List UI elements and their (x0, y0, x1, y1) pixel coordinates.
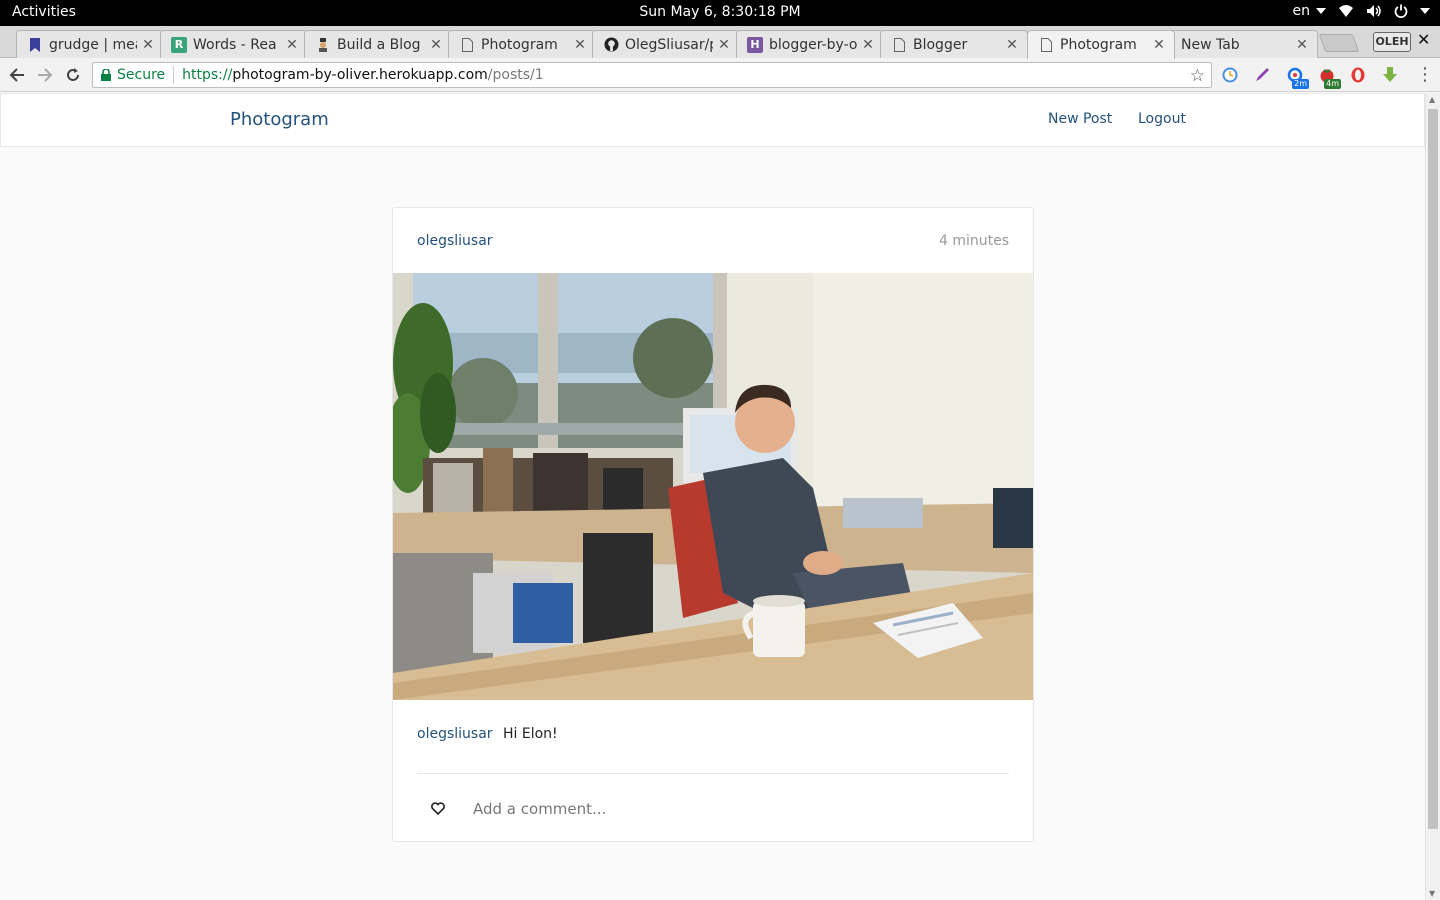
tab-title: New Tab (1181, 36, 1240, 53)
browser-tab[interactable]: H blogger-by-o ✕ (736, 30, 884, 58)
new-tab-button[interactable] (1318, 34, 1360, 52)
page-icon (459, 37, 475, 53)
close-icon[interactable]: ✕ (573, 37, 587, 53)
close-icon[interactable]: ✕ (861, 37, 875, 53)
url-path: /posts/1 (487, 67, 544, 83)
extension-badge: 2m (1292, 79, 1309, 89)
heroku-icon: H (747, 36, 763, 53)
extension-tomato-button[interactable]: 4m (1317, 65, 1341, 89)
divider (173, 66, 175, 84)
close-icon[interactable]: ✕ (141, 37, 155, 53)
scroll-up-icon[interactable]: ▲ (1429, 95, 1435, 104)
forward-button[interactable] (34, 64, 56, 86)
browser-tab[interactable]: R Words - Rea ✕ (160, 30, 308, 58)
tab-title: Words - Rea (193, 36, 277, 53)
browser-tab[interactable]: Blogger ✕ (880, 30, 1028, 58)
secure-label: Secure (117, 67, 166, 83)
tab-title: OlegSliusar/p (625, 36, 713, 53)
tab-title: Photogram (481, 36, 558, 53)
page-scrollbar[interactable]: ▲ ▼ (1425, 93, 1440, 900)
close-icon[interactable]: ✕ (717, 37, 731, 53)
chevron-down-icon (1316, 8, 1326, 14)
opera-icon (1351, 67, 1365, 83)
tab-title: Photogram (1060, 37, 1137, 53)
tab-title: Blogger (913, 36, 968, 53)
reload-button[interactable] (62, 64, 84, 86)
scrollbar-thumb[interactable] (1428, 109, 1438, 829)
system-tray[interactable]: en (1292, 3, 1430, 19)
tab-title: Build a Blog (337, 36, 421, 53)
browser-menu-icon[interactable]: ⋮ (1416, 66, 1434, 84)
extension-pen-button[interactable] (1252, 65, 1272, 85)
close-icon[interactable]: ✕ (1295, 37, 1309, 53)
browser-tab[interactable]: New Tab ✕ (1170, 30, 1318, 58)
bookmark-star-icon[interactable]: ☆ (1190, 66, 1205, 86)
browser-tab-strip: grudge | mea ✕ R Words - Rea ✕ Build a B… (0, 26, 1440, 59)
window-close-icon[interactable]: ✕ (1417, 30, 1430, 49)
page-icon (891, 37, 907, 53)
system-top-bar: Activities Sun May 6, 8:30:18 PM en (0, 0, 1440, 26)
post-author-link[interactable]: olegsliusar (417, 233, 493, 249)
new-post-link[interactable]: New Post (1048, 111, 1112, 127)
clock-icon (1222, 67, 1238, 83)
arrow-left-icon (9, 68, 24, 82)
site-brand-link[interactable]: Photogram (230, 109, 329, 130)
r-logo-icon: R (171, 36, 187, 53)
extension-opera-button[interactable] (1348, 65, 1368, 85)
site-navbar: Photogram New Post Logout (0, 93, 1425, 147)
tab-title: blogger-by-o (769, 36, 857, 53)
reload-icon (67, 68, 79, 81)
scroll-down-icon[interactable]: ▼ (1429, 889, 1435, 898)
bookmark-icon (27, 37, 43, 53)
power-icon (1394, 4, 1408, 18)
heart-icon (431, 802, 445, 816)
post-timestamp: 4 minutes (938, 233, 1009, 249)
page-viewport: Photogram New Post Logout olegsliusar 4 … (0, 93, 1425, 900)
close-icon[interactable]: ✕ (285, 37, 299, 53)
pen-icon (1256, 68, 1269, 81)
arrow-right-icon (38, 68, 53, 82)
caption-author-link[interactable]: olegsliusar (417, 726, 493, 742)
post-card: olegsliusar 4 minutes olegsliusar Hi Elo… (392, 207, 1034, 842)
post-caption: olegsliusar Hi Elon! (417, 726, 558, 742)
wifi-icon (1339, 5, 1353, 17)
download-arrow-icon (1383, 67, 1397, 82)
extension-sync-button[interactable]: 2m (1285, 65, 1309, 89)
page-icon (1038, 37, 1054, 53)
profile-button[interactable]: OLEH (1373, 32, 1411, 52)
back-button[interactable] (6, 64, 28, 86)
extension-download-button[interactable] (1380, 65, 1400, 85)
close-icon[interactable]: ✕ (1005, 37, 1019, 53)
close-icon[interactable]: ✕ (429, 37, 443, 53)
gentleman-icon (315, 37, 331, 53)
language-selector[interactable]: en (1292, 3, 1326, 19)
url-scheme: https:// (182, 67, 233, 83)
browser-tab[interactable]: grudge | mea ✕ (16, 30, 164, 58)
language-label: en (1292, 3, 1311, 19)
browser-tab[interactable]: Build a Blog ✕ (304, 30, 452, 58)
github-icon (603, 37, 619, 53)
close-icon[interactable]: ✕ (1152, 37, 1166, 53)
browser-tab[interactable]: OlegSliusar/p ✕ (592, 30, 740, 58)
system-clock[interactable]: Sun May 6, 8:30:18 PM (0, 4, 1440, 20)
chevron-down-icon (1420, 8, 1430, 14)
caption-text: Hi Elon! (502, 726, 558, 742)
extension-clock-button[interactable] (1220, 65, 1240, 85)
browser-tab[interactable]: Photogram ✕ (448, 30, 596, 58)
logout-link[interactable]: Logout (1138, 111, 1186, 127)
office-photo-illustration (393, 273, 1033, 700)
volume-icon (1367, 5, 1381, 17)
address-bar[interactable]: Secure https://photogram-by-oliver.herok… (92, 62, 1212, 88)
browser-toolbar: Secure https://photogram-by-oliver.herok… (0, 58, 1440, 92)
divider (417, 773, 1009, 774)
secure-indicator[interactable]: Secure (101, 67, 165, 83)
lock-icon (101, 69, 111, 81)
tab-title: grudge | mea (49, 36, 137, 53)
extension-badge: 4m (1324, 79, 1341, 89)
url-host: photogram-by-oliver.herokuapp.com (232, 67, 488, 83)
comment-input[interactable] (473, 796, 993, 822)
like-button[interactable] (431, 800, 447, 816)
post-photo[interactable] (393, 273, 1033, 700)
browser-tab-active[interactable]: Photogram ✕ (1027, 30, 1175, 59)
